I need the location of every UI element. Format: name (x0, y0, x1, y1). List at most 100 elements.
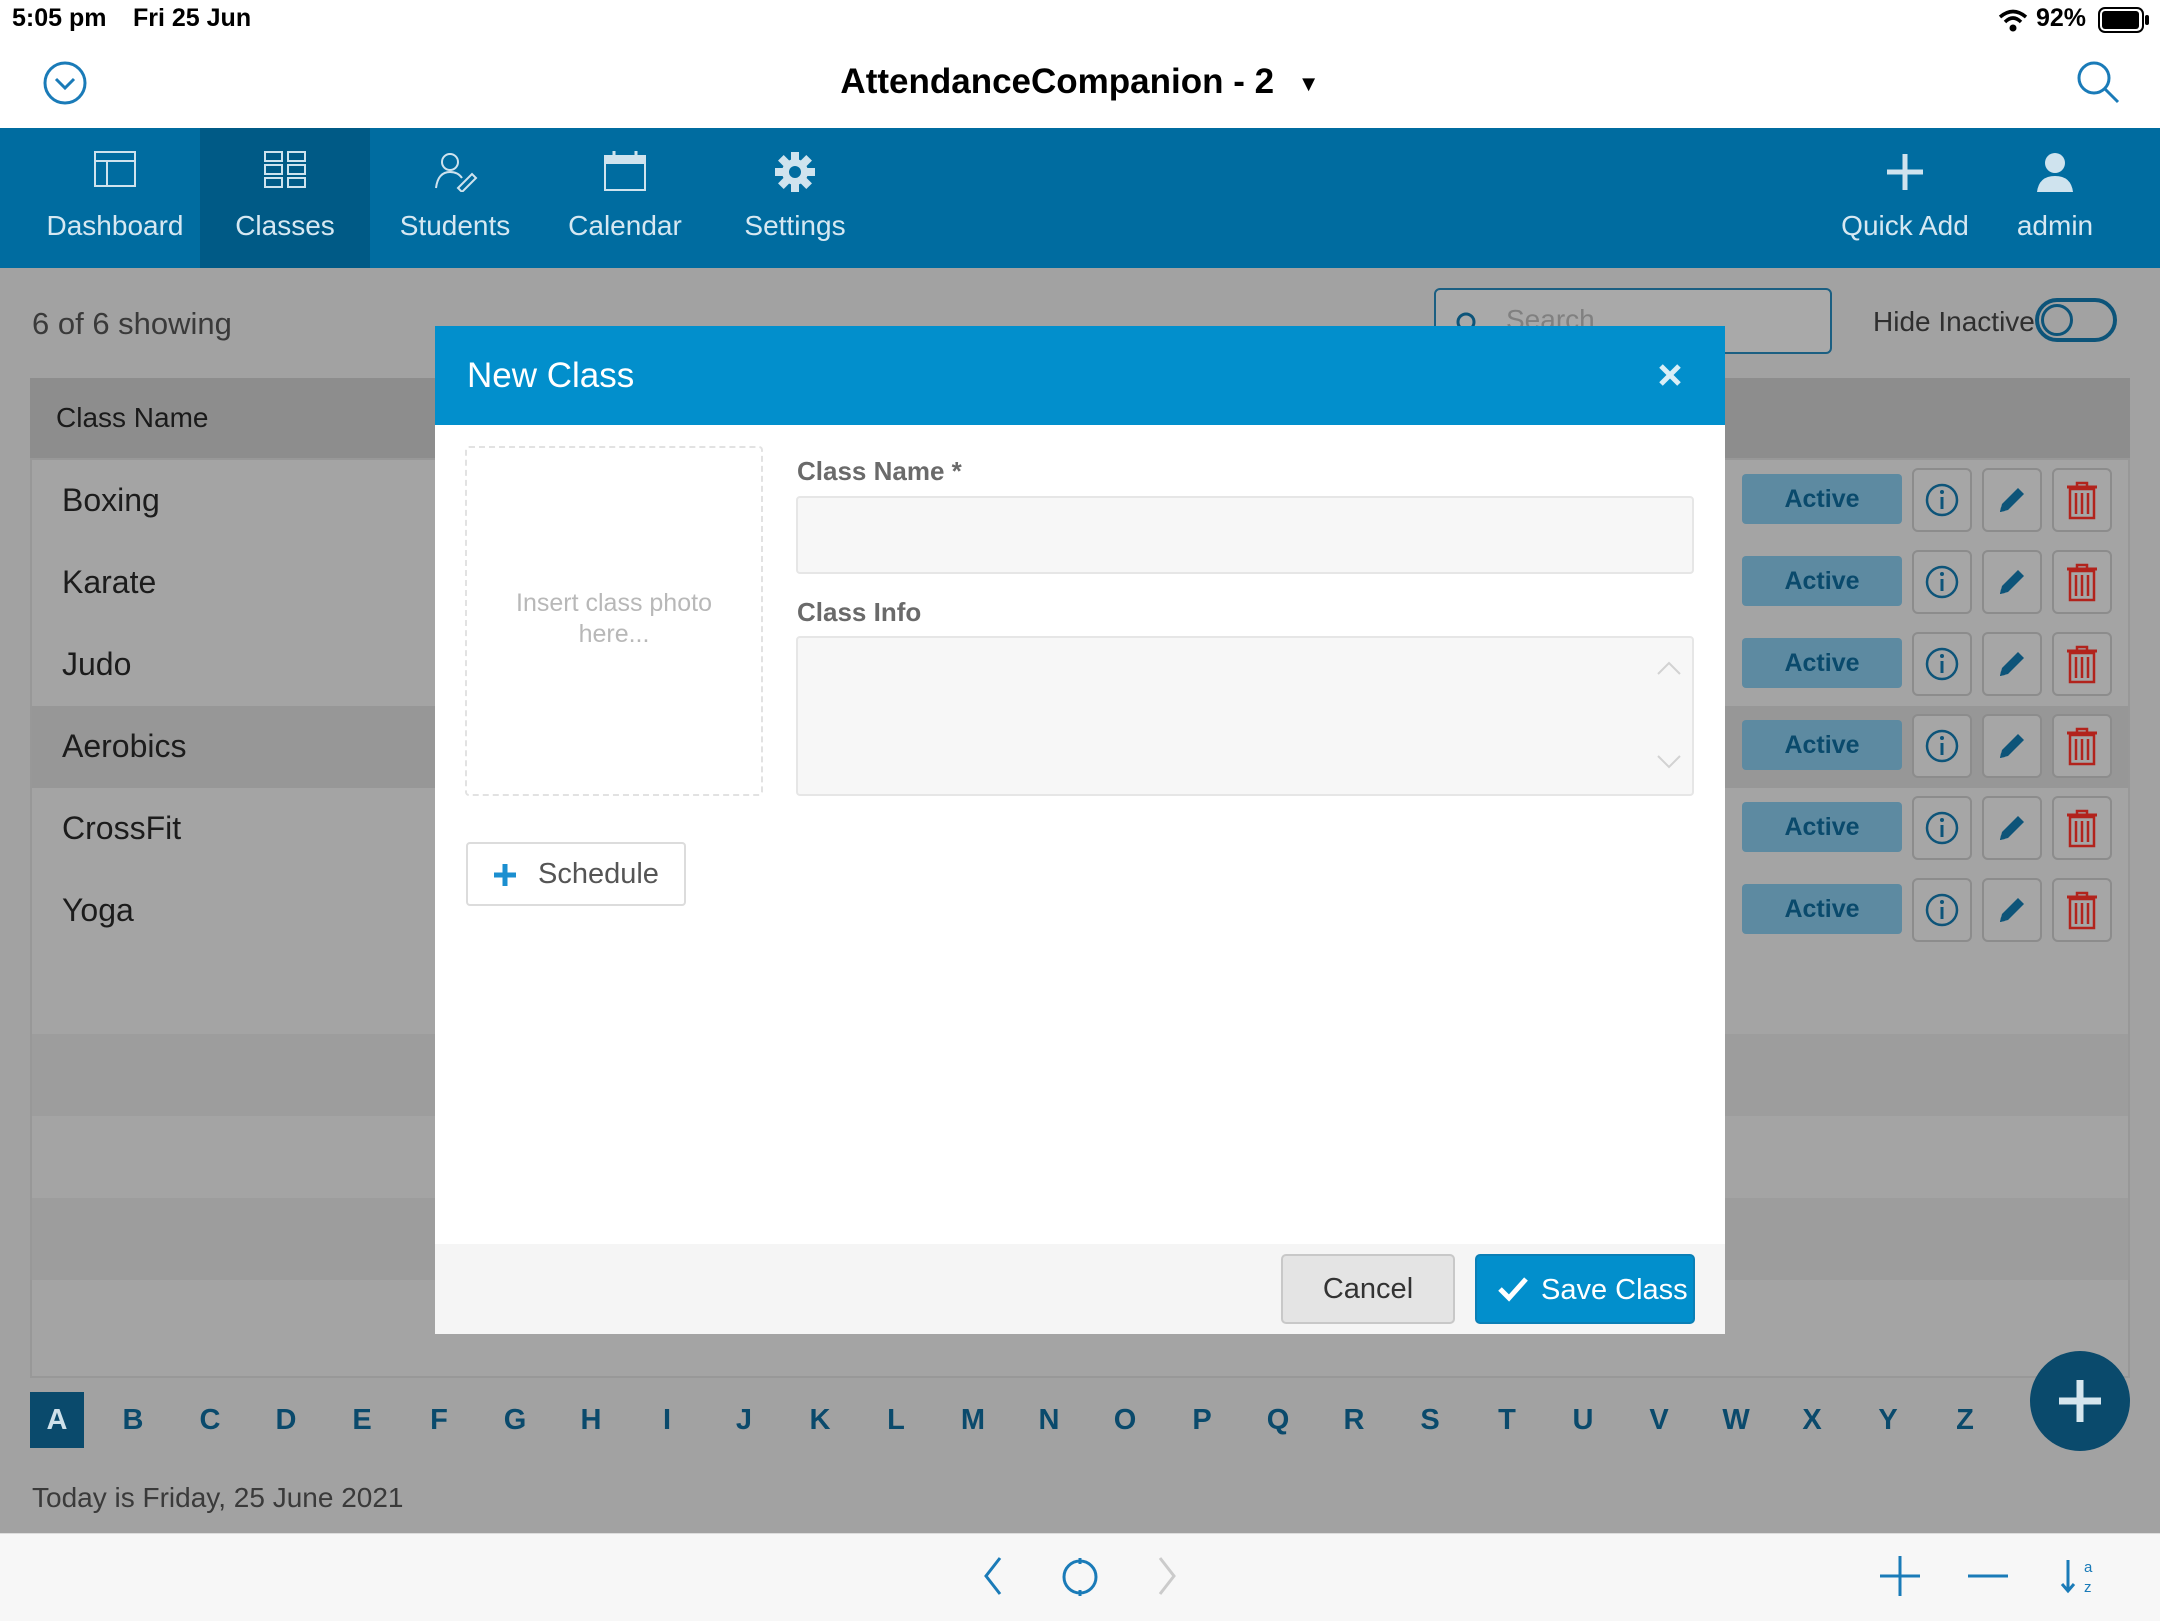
alphabet-letter[interactable]: V (1632, 1392, 1686, 1448)
alphabet-letter[interactable]: M (946, 1392, 1000, 1448)
info-icon (1925, 565, 1959, 599)
status-bar: 5:05 pm Fri 25 Jun 92% (0, 0, 2160, 40)
battery-icon (2098, 7, 2149, 33)
delete-button[interactable] (2052, 550, 2112, 614)
info-icon (1925, 729, 1959, 763)
alphabet-letter[interactable]: S (1403, 1392, 1457, 1448)
alphabet-letter[interactable]: O (1098, 1392, 1152, 1448)
app-title-text: AttendanceCompanion - 2 (840, 62, 1275, 101)
alphabet-letter[interactable]: E (335, 1392, 389, 1448)
app-title[interactable]: AttendanceCompanion - 2 ▼ (0, 62, 2160, 102)
add-class-fab[interactable] (2030, 1351, 2130, 1451)
svg-text:a: a (2084, 1559, 2093, 1576)
title-bar: AttendanceCompanion - 2 ▼ (0, 40, 2160, 128)
caret-down-icon: ▼ (1297, 70, 1320, 96)
info-button[interactable] (1912, 714, 1972, 778)
status-badge[interactable]: Active (1742, 474, 1902, 524)
class-name-input[interactable] (796, 496, 1694, 574)
pencil-icon (2000, 652, 2024, 676)
status-badge[interactable]: Active (1742, 802, 1902, 852)
battery-percent: 92% (2036, 4, 2087, 32)
wifi-icon (1998, 9, 2028, 32)
zoom-out-icon[interactable] (1966, 1554, 2010, 1598)
delete-button[interactable] (2052, 878, 2112, 942)
plus-icon (2059, 1380, 2101, 1422)
cancel-button[interactable]: Cancel (1281, 1254, 1455, 1324)
save-class-button[interactable]: Save Class (1475, 1254, 1695, 1324)
alphabet-letter[interactable]: P (1175, 1392, 1229, 1448)
info-button[interactable] (1912, 632, 1972, 696)
close-icon[interactable] (1653, 358, 1687, 392)
alphabet-letter[interactable]: C (183, 1392, 237, 1448)
search-icon[interactable] (2074, 58, 2122, 108)
alphabet-letter[interactable]: K (793, 1392, 847, 1448)
alphabet-letter[interactable]: D (259, 1392, 313, 1448)
forward-icon[interactable] (1156, 1554, 1180, 1598)
home-icon[interactable] (1058, 1556, 1102, 1598)
class-info-textarea[interactable] (796, 636, 1694, 796)
edit-button[interactable] (1982, 878, 2042, 942)
svg-text:z: z (2084, 1579, 2092, 1596)
alphabet-letter[interactable]: N (1022, 1392, 1076, 1448)
alphabet-letter[interactable]: R (1327, 1392, 1381, 1448)
delete-button[interactable] (2052, 714, 2112, 778)
status-time: 5:05 pm (12, 4, 107, 32)
scroll-up-icon[interactable] (1656, 660, 1682, 676)
class-photo-dropzone[interactable]: Insert class photo here... (465, 446, 763, 796)
add-schedule-button[interactable]: Schedule (466, 842, 686, 906)
status-badge[interactable]: Active (1742, 884, 1902, 934)
alphabet-letter[interactable]: A (30, 1392, 84, 1448)
today-date: Today is Friday, 25 June 2021 (32, 1482, 404, 1513)
alphabet-letter[interactable]: Q (1251, 1392, 1305, 1448)
alphabet-letter[interactable]: X (1785, 1392, 1839, 1448)
class-name: CrossFit (62, 810, 182, 846)
pencil-icon (2000, 570, 2024, 594)
info-icon (1925, 647, 1959, 681)
sort-az-icon[interactable]: a z (2058, 1554, 2102, 1598)
alphabet-letter[interactable]: G (488, 1392, 542, 1448)
alphabet-letter[interactable]: Y (1861, 1392, 1915, 1448)
info-button[interactable] (1912, 550, 1972, 614)
alphabet-letter[interactable]: Z (1938, 1392, 1992, 1448)
class-name: Karate (62, 564, 157, 600)
pencil-icon (2000, 488, 2024, 512)
bottom-toolbar: a z (0, 1533, 2160, 1621)
edit-button[interactable] (1982, 796, 2042, 860)
schedule-label: Schedule (538, 858, 659, 890)
alphabet-index: ABCDEFGHIJKLMNOPQRSTUVWXYZ (30, 1392, 2060, 1452)
delete-button[interactable] (2052, 468, 2112, 532)
zoom-in-icon[interactable] (1878, 1554, 1922, 1598)
alphabet-letter[interactable]: L (869, 1392, 923, 1448)
class-name-label: Class Name * (797, 456, 962, 486)
status-badge[interactable]: Active (1742, 556, 1902, 606)
alphabet-letter[interactable]: W (1709, 1392, 1763, 1448)
info-icon (1925, 811, 1959, 845)
alphabet-letter[interactable]: J (717, 1392, 771, 1448)
edit-button[interactable] (1982, 632, 2042, 696)
toggle-knob (2041, 304, 2073, 336)
status-badge[interactable]: Active (1742, 638, 1902, 688)
info-button[interactable] (1912, 796, 1972, 860)
hide-inactive-toggle[interactable] (2035, 298, 2117, 342)
alphabet-letter[interactable]: T (1480, 1392, 1534, 1448)
alphabet-letter[interactable]: F (412, 1392, 466, 1448)
column-class-name: Class Name (56, 402, 209, 433)
info-button[interactable] (1912, 878, 1972, 942)
alphabet-letter[interactable]: I (640, 1392, 694, 1448)
edit-button[interactable] (1982, 468, 2042, 532)
info-button[interactable] (1912, 468, 1972, 532)
back-icon[interactable] (980, 1554, 1004, 1598)
alphabet-letter[interactable]: B (106, 1392, 160, 1448)
delete-button[interactable] (2052, 632, 2112, 696)
alphabet-letter[interactable]: H (564, 1392, 618, 1448)
edit-button[interactable] (1982, 714, 2042, 778)
delete-button[interactable] (2052, 796, 2112, 860)
plus-icon (494, 864, 516, 886)
overlay-strip (0, 128, 2160, 268)
scroll-down-icon[interactable] (1656, 754, 1682, 770)
edit-button[interactable] (1982, 550, 2042, 614)
class-name: Aerobics (62, 728, 187, 764)
save-class-label: Save Class (1541, 1274, 1688, 1306)
alphabet-letter[interactable]: U (1556, 1392, 1610, 1448)
status-badge[interactable]: Active (1742, 720, 1902, 770)
